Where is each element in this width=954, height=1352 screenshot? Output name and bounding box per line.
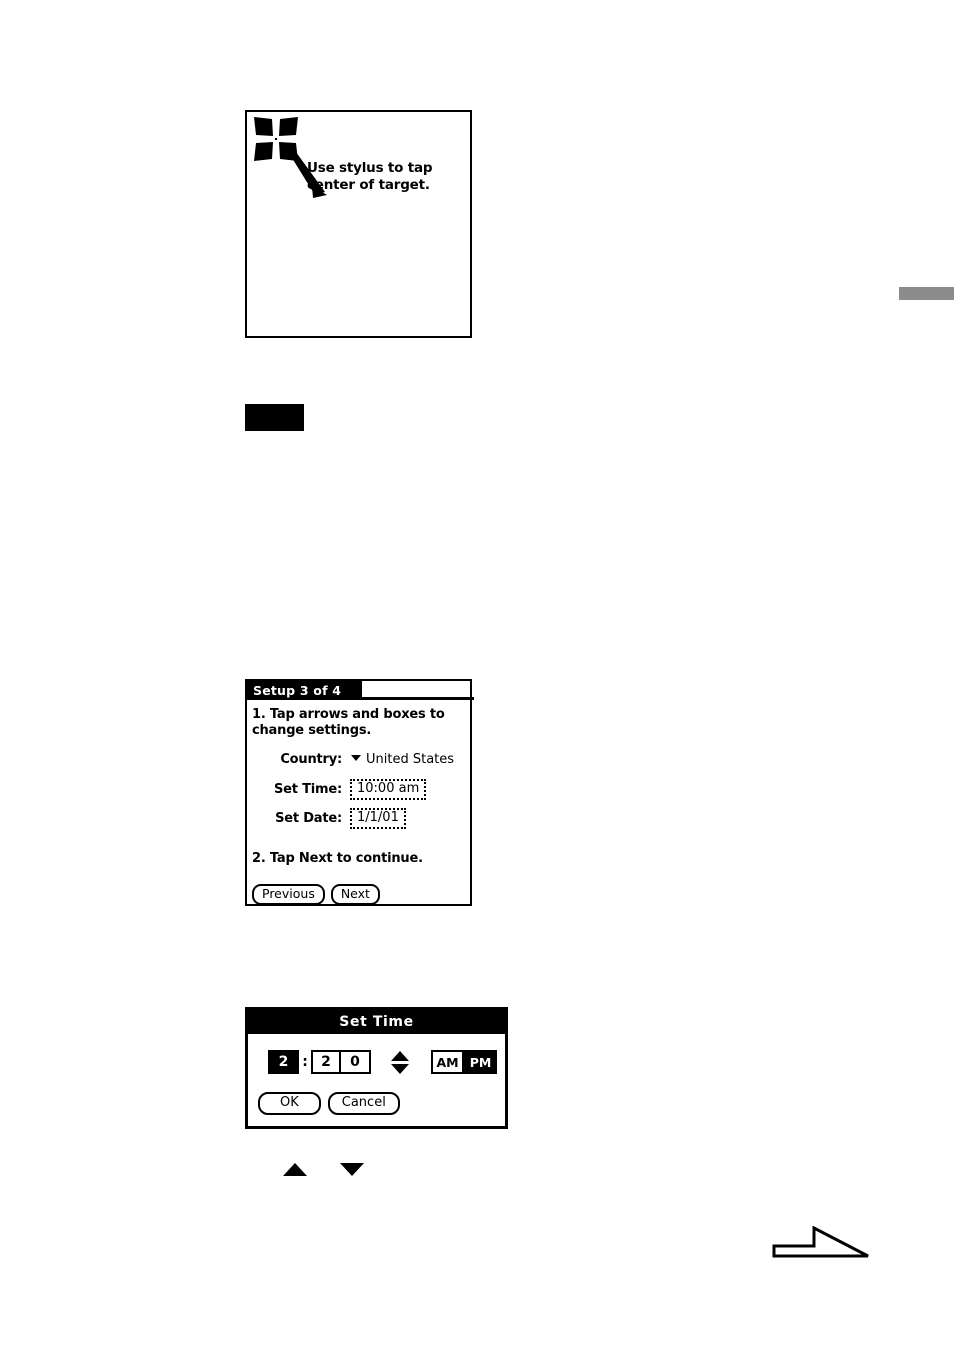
setup-button-row: Previous Next — [252, 884, 380, 905]
inline-arrow-glyphs — [283, 1163, 364, 1176]
next-button[interactable]: Next — [330, 884, 380, 905]
setup-title-bar: Setup 3 of 4 — [247, 681, 362, 700]
meridiem-toggle: AM PM — [431, 1050, 497, 1074]
set-time-title-bar: Set Time — [248, 1010, 505, 1034]
hour-field[interactable]: 2 — [268, 1050, 299, 1074]
setup-step-2: 2. Tap Next to continue. — [252, 851, 423, 866]
triangle-up-icon[interactable] — [391, 1050, 409, 1061]
page-edge-tab — [899, 287, 954, 300]
setup-screen: Setup 3 of 4 1. Tap arrows and boxes to … — [245, 679, 474, 906]
minute-ones-field[interactable]: 0 — [341, 1050, 371, 1074]
field-row-set-date: Set Date: 1/1/01 — [247, 807, 474, 829]
set-date-label: Set Date: — [275, 810, 342, 826]
time-colon-separator: : — [302, 1054, 308, 1070]
digitizer-caption-line1: Use stylus to tap — [307, 160, 433, 176]
triangle-down-icon — [340, 1163, 364, 1176]
black-marker-block — [245, 404, 304, 431]
country-dropdown[interactable]: United States — [351, 752, 454, 767]
manual-page: Use stylus to tap center of target. Setu… — [0, 0, 954, 1352]
digitizer-caption: Use stylus to tap center of target. — [307, 160, 467, 195]
digitizer-calibration-screen: Use stylus to tap center of target. — [245, 110, 472, 338]
cancel-button[interactable]: Cancel — [327, 1092, 400, 1115]
set-time-label: Set Time: — [273, 781, 342, 797]
time-spinner — [391, 1050, 409, 1074]
country-label: Country: — [280, 751, 342, 767]
setup-step-1: 1. Tap arrows and boxes to change settin… — [252, 707, 445, 739]
field-row-country: Country: United States — [247, 748, 474, 770]
set-time-dialog: Set Time 2 : 2 0 AM PM OK Cancel — [245, 1007, 508, 1129]
set-time-controls: 2 : 2 0 AM PM — [248, 1034, 505, 1090]
am-button[interactable]: AM — [431, 1050, 464, 1074]
set-time-title-label: Set Time — [339, 1014, 414, 1030]
previous-button[interactable]: Previous — [252, 884, 325, 905]
chevron-down-icon — [351, 754, 361, 761]
pm-button[interactable]: PM — [464, 1050, 497, 1074]
set-time-button-row: OK Cancel — [258, 1092, 400, 1115]
triangle-up-icon — [283, 1163, 307, 1176]
ok-button[interactable]: OK — [258, 1092, 321, 1115]
setup-body: 1. Tap arrows and boxes to change settin… — [247, 700, 470, 905]
page-forward-arrow-icon — [772, 1225, 872, 1262]
digitizer-caption-line2: center of target. — [307, 177, 430, 194]
set-time-field[interactable]: 10:00 am — [350, 778, 427, 800]
country-value: United States — [366, 751, 455, 767]
setup-title-label: Setup 3 of 4 — [253, 683, 342, 698]
set-date-field[interactable]: 1/1/01 — [350, 807, 406, 829]
field-row-set-time: Set Time: 10:00 am — [247, 778, 474, 800]
triangle-down-icon[interactable] — [391, 1063, 409, 1074]
minute-tens-field[interactable]: 2 — [311, 1050, 341, 1074]
